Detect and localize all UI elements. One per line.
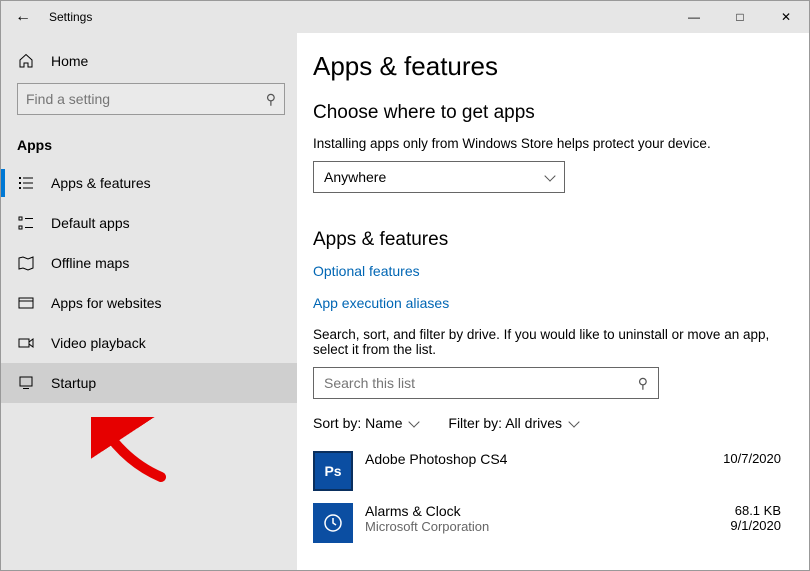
search-icon: ⚲ [638, 375, 648, 392]
app-row[interactable]: Ps Adobe Photoshop CS4 10/7/2020 [313, 445, 781, 497]
app-icon-photoshop: Ps [313, 451, 353, 491]
sidebar-item-label: Offline maps [51, 255, 129, 271]
sidebar-home[interactable]: Home [1, 45, 297, 83]
sidebar-item-label: Video playback [51, 335, 146, 351]
sidebar-item-label: Default apps [51, 215, 130, 231]
app-name: Adobe Photoshop CS4 [365, 451, 711, 467]
sidebar-item-startup[interactable]: Startup [1, 363, 297, 403]
offline-maps-icon [17, 255, 35, 271]
optional-features-link[interactable]: Optional features [313, 263, 781, 279]
maximize-button[interactable]: □ [717, 1, 763, 33]
chevron-down-icon [409, 416, 420, 427]
app-source-dropdown[interactable]: Anywhere [313, 161, 565, 193]
app-date: 10/7/2020 [723, 451, 781, 466]
apps-features-heading: Apps & features [313, 229, 781, 251]
app-size: 68.1 KB [730, 503, 781, 518]
app-search-input[interactable] [324, 375, 638, 391]
sidebar-item-label: Apps & features [51, 175, 151, 191]
minimize-button[interactable]: ― [671, 1, 717, 33]
sidebar: Home ⚲ Apps Apps & features Default apps [1, 33, 297, 570]
sidebar-item-apps-websites[interactable]: Apps for websites [1, 283, 297, 323]
sidebar-search[interactable]: ⚲ [17, 83, 285, 115]
apps-websites-icon [17, 295, 35, 311]
app-publisher: Microsoft Corporation [365, 519, 718, 534]
titlebar: ← Settings ― □ ✕ [1, 1, 809, 33]
sidebar-item-label: Startup [51, 375, 96, 391]
sidebar-item-label: Apps for websites [51, 295, 162, 311]
close-button[interactable]: ✕ [763, 1, 809, 33]
chevron-down-icon [568, 416, 579, 427]
app-name: Alarms & Clock [365, 503, 718, 519]
app-date: 9/1/2020 [730, 518, 781, 533]
sidebar-home-label: Home [51, 53, 88, 69]
search-icon: ⚲ [266, 91, 276, 108]
sidebar-search-input[interactable] [26, 91, 266, 107]
default-apps-icon [17, 215, 35, 231]
dropdown-value: Anywhere [324, 169, 386, 185]
app-row[interactable]: Alarms & Clock Microsoft Corporation 68.… [313, 497, 781, 549]
home-icon [17, 53, 35, 69]
video-playback-icon [17, 335, 35, 351]
sidebar-item-apps-features[interactable]: Apps & features [1, 163, 297, 203]
main-content: Apps & features Choose where to get apps… [297, 33, 809, 570]
apps-features-icon [17, 175, 35, 191]
window-title: Settings [49, 10, 92, 24]
choose-help-text: Installing apps only from Windows Store … [313, 136, 781, 151]
startup-icon [17, 375, 35, 391]
app-search[interactable]: ⚲ [313, 367, 659, 399]
choose-heading: Choose where to get apps [313, 102, 781, 124]
sort-control[interactable]: Sort by: Name [313, 415, 418, 431]
sidebar-item-offline-maps[interactable]: Offline maps [1, 243, 297, 283]
back-button[interactable]: ← [15, 8, 31, 26]
app-icon-alarms [313, 503, 353, 543]
chevron-down-icon [544, 170, 555, 181]
list-help-text: Search, sort, and filter by drive. If yo… [313, 327, 781, 357]
filter-control[interactable]: Filter by: All drives [448, 415, 578, 431]
app-execution-aliases-link[interactable]: App execution aliases [313, 295, 781, 311]
sidebar-item-video-playback[interactable]: Video playback [1, 323, 297, 363]
sidebar-item-default-apps[interactable]: Default apps [1, 203, 297, 243]
sidebar-category: Apps [1, 131, 297, 163]
page-title: Apps & features [313, 51, 781, 82]
